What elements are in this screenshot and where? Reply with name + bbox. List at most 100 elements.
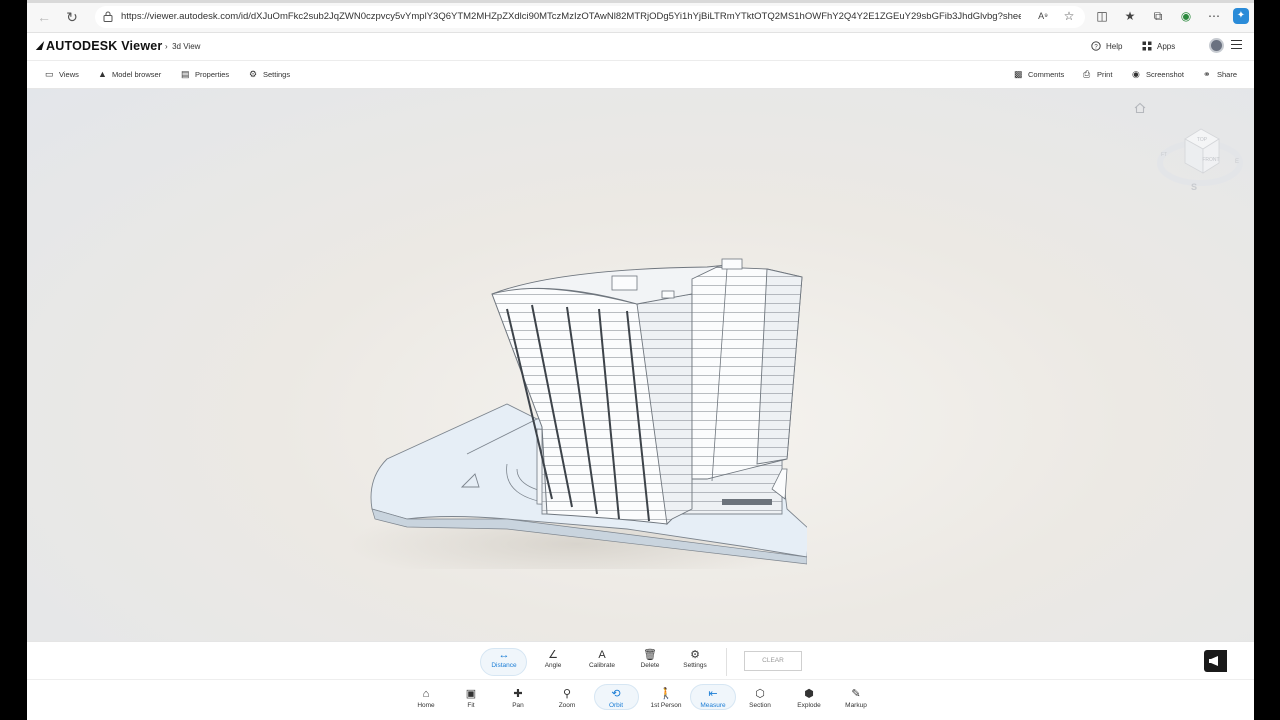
- pan-label: Pan: [512, 702, 524, 709]
- gear-icon: ⚙: [249, 69, 258, 79]
- model-browser-label: Model browser: [112, 70, 162, 79]
- settings-label: Settings: [263, 70, 291, 79]
- rear-roof-unit: [721, 258, 743, 270]
- model-browser-button[interactable]: ▲ Model browser: [98, 70, 162, 80]
- toolbar-divider: [726, 648, 727, 676]
- fit-tool[interactable]: ▣ Fit: [446, 686, 496, 718]
- address-bar[interactable]: https://viewer.autodesk.com/id/dXJuOmFkc…: [95, 6, 1085, 28]
- screenshot-button[interactable]: ◉ Screenshot: [1132, 69, 1184, 80]
- gear-icon: ⚙: [690, 649, 700, 661]
- comment-icon: ▩: [1014, 69, 1023, 79]
- markup-icon: ✎: [851, 688, 861, 700]
- measure-settings-tool[interactable]: ⚙ Settings: [670, 648, 720, 676]
- measure-icon: ⇤: [708, 688, 718, 700]
- pan-tool[interactable]: ✚ Pan: [493, 686, 543, 718]
- favorite-star-icon[interactable]: ☆: [1061, 8, 1077, 24]
- breadcrumb[interactable]: › 3d View: [165, 42, 200, 51]
- compass-south-label: S: [1191, 182, 1197, 192]
- refresh-icon[interactable]: ↻: [63, 8, 81, 26]
- avatar[interactable]: [1209, 38, 1224, 53]
- extensions-icon[interactable]: ◉: [1178, 8, 1194, 24]
- split-screen-icon[interactable]: ◫: [1094, 8, 1110, 24]
- url-text: https://viewer.autodesk.com/id/dXJuOmFkc…: [121, 11, 1021, 22]
- print-button[interactable]: ⎙ Print: [1083, 70, 1113, 80]
- browser-toolbar: ← ↻ https://viewer.autodesk.com/id/dXJuO…: [27, 0, 1254, 33]
- megaphone-icon: [1209, 656, 1218, 666]
- viewcube-home-icon[interactable]: [1133, 101, 1147, 115]
- podium-glazing-2: [722, 499, 772, 505]
- apps-button[interactable]: Apps: [1142, 41, 1175, 51]
- calibrate-tool[interactable]: A Calibrate: [577, 648, 627, 676]
- home-label: Home: [417, 702, 435, 709]
- fit-label: Fit: [467, 702, 475, 709]
- explode-icon: ⬢: [804, 688, 814, 700]
- explode-tool[interactable]: ⬢ Explode: [784, 686, 834, 718]
- app-header: AUTODESK Viewer › 3d View ? Help Apps: [27, 33, 1254, 61]
- hamburger-menu-icon[interactable]: [1231, 40, 1242, 50]
- apps-label: Apps: [1157, 41, 1176, 51]
- help-button[interactable]: ? Help: [1091, 41, 1122, 51]
- section-tool[interactable]: ⬡ Section: [735, 686, 785, 718]
- calibrate-label: Calibrate: [588, 662, 615, 669]
- tab-strip: [27, 0, 1254, 3]
- views-button[interactable]: ▭ Views: [45, 69, 79, 80]
- angle-label: Angle: [544, 662, 562, 669]
- distance-icon: ↔: [498, 649, 510, 661]
- angle-icon: ∠: [548, 649, 558, 661]
- viewcube-left-label: FT: [1161, 152, 1167, 158]
- comments-label: Comments: [1028, 70, 1065, 79]
- comments-button[interactable]: ▩ Comments: [1014, 69, 1065, 80]
- distance-label: Distance: [491, 662, 517, 669]
- section-icon: ⬡: [755, 688, 765, 700]
- zoom-icon: ⚲: [562, 688, 572, 700]
- viewer-toolbar: ▭ Views ▲ Model browser ▤ Properties ⚙ Setti…: [27, 61, 1254, 89]
- copilot-icon[interactable]: ✦: [1233, 8, 1249, 24]
- autodesk-logo[interactable]: AUTODESK Viewer: [35, 39, 162, 53]
- 3d-viewport[interactable]: TOP FRONT FT S E: [27, 89, 1254, 641]
- breadcrumb-current: 3d View: [172, 42, 201, 51]
- home-tool[interactable]: ⌂ Home: [401, 686, 451, 718]
- delete-tool[interactable]: 🗑 Delete: [625, 648, 675, 676]
- measure-toolbar: ↔ Distance ∠ Angle A Calibrate 🗑 Delete ⚙ Set…: [27, 641, 1254, 679]
- roof-vent: [661, 290, 675, 299]
- navigation-toolbar: ⌂ Home ▣ Fit ✚ Pan ⚲ Zoom ⟲ Orbit 🚶 1st Person…: [27, 679, 1254, 720]
- markup-tool[interactable]: ✎ Markup: [831, 686, 881, 718]
- first-person-tool[interactable]: 🚶 1st Person: [641, 686, 691, 718]
- properties-icon: ▤: [181, 69, 190, 79]
- collections-icon[interactable]: ⧉: [1150, 8, 1166, 24]
- zoom-tool[interactable]: ⚲ Zoom: [542, 686, 592, 718]
- first-person-label: 1st Person: [650, 702, 682, 709]
- measure-tool[interactable]: ⇤ Measure: [688, 686, 738, 718]
- print-label: Print: [1097, 70, 1113, 79]
- explode-label: Explode: [797, 702, 821, 709]
- viewcube-top-label: TOP: [1197, 137, 1208, 143]
- feedback-tab[interactable]: [1204, 650, 1227, 672]
- section-label: Section: [749, 702, 771, 709]
- viewcube-front-label: FRONT: [1202, 157, 1219, 163]
- angle-tool[interactable]: ∠ Angle: [528, 648, 578, 676]
- properties-label: Properties: [195, 70, 230, 79]
- settings-button[interactable]: ⚙ Settings: [249, 69, 291, 80]
- lock-icon: [103, 11, 113, 22]
- monitor-icon: ▭: [45, 69, 54, 79]
- calibrate-icon: A: [598, 649, 606, 661]
- properties-button[interactable]: ▤ Properties: [181, 69, 230, 80]
- back-icon[interactable]: ←: [35, 8, 53, 26]
- viewcube[interactable]: TOP FRONT FT S E: [1157, 117, 1247, 197]
- camera-icon: ◉: [1132, 69, 1140, 79]
- measure-settings-label: Settings: [683, 662, 707, 669]
- more-menu-icon[interactable]: ⋯: [1206, 8, 1222, 24]
- share-label: Share: [1217, 70, 1238, 79]
- help-label: Help: [1106, 41, 1123, 51]
- pan-icon: ✚: [513, 688, 523, 700]
- clear-button[interactable]: CLEAR: [744, 651, 802, 671]
- distance-tool[interactable]: ↔ Distance: [479, 648, 529, 676]
- building-model[interactable]: [327, 169, 807, 569]
- share-button[interactable]: ⚭ Share: [1203, 69, 1238, 80]
- help-icon: ?: [1091, 41, 1101, 51]
- favorites-icon[interactable]: ★: [1122, 8, 1138, 24]
- views-label: Views: [59, 70, 79, 79]
- link-icon: ⚭: [1203, 69, 1211, 79]
- orbit-tool[interactable]: ⟲ Orbit: [591, 686, 641, 718]
- read-aloud-icon[interactable]: A⁹: [1035, 8, 1051, 24]
